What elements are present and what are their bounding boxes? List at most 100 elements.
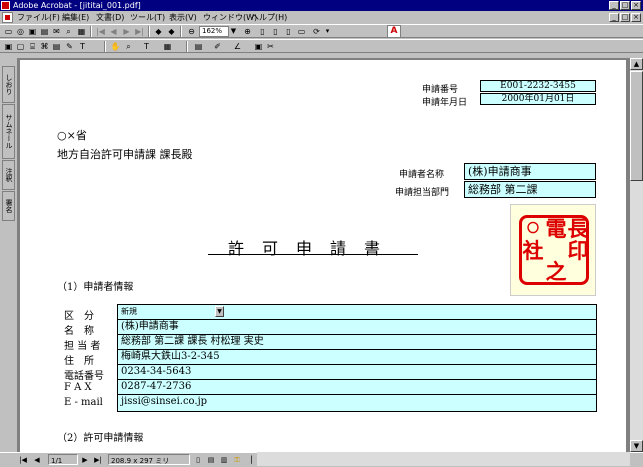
first-page-icon[interactable]: |◀ [95,26,106,37]
doc-minimize-icon[interactable]: _ [609,13,619,22]
menu-document[interactable]: 文書(D) [96,12,124,23]
zoom-out-icon[interactable]: ⊖ [186,26,197,37]
name-field[interactable]: (株)申請商事 [118,320,596,335]
document-title: 許可申請書 [208,235,418,258]
menu-window[interactable]: ウィンドウ(W) [203,12,257,23]
fit-page-icon[interactable]: ▯ [270,26,281,37]
field-label: 名 称 [64,326,94,337]
zoom-tool-icon[interactable]: ⌕ [123,41,134,52]
tab-signatures[interactable]: 署名 [2,191,15,221]
fax-field[interactable]: 0287-47-2736 [118,380,596,395]
chevron-down-icon[interactable]: ▼ [229,26,238,37]
app-date-field[interactable]: 2000年01月01日 [480,93,596,105]
fit-width-icon[interactable]: ▯ [283,26,294,37]
section-permit-info: （2）許可申請情報 [57,433,144,444]
continuous-icon[interactable]: ▤ [206,454,216,465]
scroll-up-icon[interactable]: ▲ [630,58,643,70]
save-icon[interactable]: ▣ [27,26,38,37]
minimize-icon[interactable]: _ [609,1,619,10]
signature-icon[interactable]: ⌘ [39,41,50,52]
applicant-name-field[interactable]: (株)申請商事 [464,163,596,180]
horizontal-scrollbar[interactable] [257,452,630,466]
email-icon[interactable]: ✉ [51,26,62,37]
pencil-icon[interactable]: ✎ [64,41,75,52]
page-size: 208.9 x 297 ミリ [108,454,190,465]
toolbar-file: ▭ ◎ ▣ ▤ ✉ ⌕ ▦ |◀ ◀ ▶ ▶| ◆ ◆ ⊖ 162% ▼ ⊕ ▯… [0,24,643,38]
menu-view[interactable]: 表示(V) [169,12,197,23]
review-icon[interactable]: ⌸ [27,41,38,52]
field-label: 区 分 [64,311,94,322]
toolbar-tools: ▣ ▢ ⌸ ⌘ ▤ ✎ T ✋ ⌕ T ▦ ▤ ✐ ∠ ▣ ✂ [0,39,643,53]
zoom-in-icon[interactable]: ⊕ [242,26,253,37]
pdf-page: 申請番号 E001-2232-3455 申請年月日 2000年01月01日 ○×… [20,60,626,452]
close-icon[interactable]: × [631,1,641,10]
pen-icon[interactable]: ✐ [212,41,223,52]
highlight-icon[interactable]: ∠ [232,41,243,52]
prev-page-icon[interactable]: ◀ [108,26,119,37]
phone-field[interactable]: 0234-34-5643 [118,365,596,380]
contact-person-field[interactable]: 総務部 第二課 課長 村松理 実史 [118,335,596,350]
link-icon[interactable]: ▣ [253,41,264,52]
key-icon[interactable]: ⚿ [232,454,242,465]
last-page-icon[interactable]: ▶| [93,454,103,465]
applicant-dept-label: 申請担当部門 [395,188,450,198]
open-web-icon[interactable]: ◎ [15,26,26,37]
zoom-field[interactable]: 162% [199,26,229,37]
adobe-logo-icon[interactable]: A [387,25,401,38]
field-label: 住 所 [64,356,94,367]
next-page-icon[interactable]: ▶ [80,454,90,465]
menu-tools[interactable]: ツール(T) [130,12,165,23]
find-icon[interactable]: ⌕ [63,26,74,37]
table-select-icon[interactable]: ▦ [162,41,173,52]
form-icon[interactable]: ▤ [51,41,62,52]
show-nav-icon[interactable]: ▦ [76,26,87,37]
email-field[interactable]: jissi@sinsei.co.jp [118,395,596,410]
prev-page-icon[interactable]: ◀ [32,454,42,465]
applicant-dept-field[interactable]: 総務部 第二課 [464,181,596,198]
actual-size-icon[interactable]: ▯ [257,26,268,37]
forward-icon[interactable]: ◆ [166,26,177,37]
single-page-icon[interactable]: ▯ [193,454,203,465]
text-select-icon[interactable]: T [141,41,152,52]
split-icon[interactable]: ▕ [244,454,254,465]
doc-restore-icon[interactable]: □ [620,13,630,22]
menu-bar: ファイル(F) 編集(E) 文書(D) ツール(T) 表示(V) ウィンドウ(W… [0,11,643,24]
chevron-down-icon[interactable]: ▾ [323,26,332,37]
crop-icon[interactable]: ✂ [265,41,276,52]
scroll-down-icon[interactable]: ▼ [630,440,643,452]
print-icon[interactable]: ▤ [39,26,50,37]
app-number-field[interactable]: E001-2232-3455 [480,80,596,92]
note-icon[interactable]: ▤ [193,41,204,52]
back-icon[interactable]: ◆ [153,26,164,37]
vertical-scrollbar[interactable]: ▲ ▼ [630,58,643,452]
tab-thumbnails[interactable]: サムネール [2,104,15,159]
address-field[interactable]: 梅崎県大鉄山3-2-345 [118,350,596,365]
doc-close-icon[interactable]: × [631,13,641,22]
company-seal: 電 長 印 〇〇 社 之 [510,204,596,296]
document-icon[interactable] [2,12,13,23]
menu-file[interactable]: ファイル(F) [17,12,60,23]
open-icon[interactable]: ▭ [3,26,14,37]
fit-visible-icon[interactable]: ▭ [296,26,307,37]
create-pdf-icon[interactable]: ▣ [3,41,14,52]
next-page-icon[interactable]: ▶ [121,26,132,37]
tab-comments[interactable]: 注釈 [2,160,15,190]
web-capture-icon[interactable]: ▢ [15,41,26,52]
category-select[interactable]: 新規 ▼ [118,305,596,320]
hand-tool-icon[interactable]: ✋ [110,41,121,52]
tab-bookmarks[interactable]: しおり [2,66,15,103]
page-indicator[interactable]: 1/1 [48,454,78,465]
rotate-icon[interactable]: ⟳ [311,26,322,37]
last-page-icon[interactable]: ▶| [134,26,145,37]
menu-help[interactable]: ヘルプ(H) [251,12,287,23]
scroll-thumb[interactable] [630,71,643,181]
facing-icon[interactable]: ▥ [219,454,229,465]
chevron-down-icon[interactable]: ▼ [215,306,224,317]
menu-edit[interactable]: 編集(E) [62,12,89,23]
text-touchup-icon[interactable]: T [77,41,88,52]
maximize-icon[interactable]: □ [620,1,630,10]
field-label: 電話番号 [64,371,104,382]
acrobat-window: Adobe Acrobat - [jititai_001.pdf] _ □ × … [0,0,643,466]
seal-stamp-icon: 電 長 印 〇〇 社 之 [519,215,589,285]
first-page-icon[interactable]: |◀ [18,454,28,465]
